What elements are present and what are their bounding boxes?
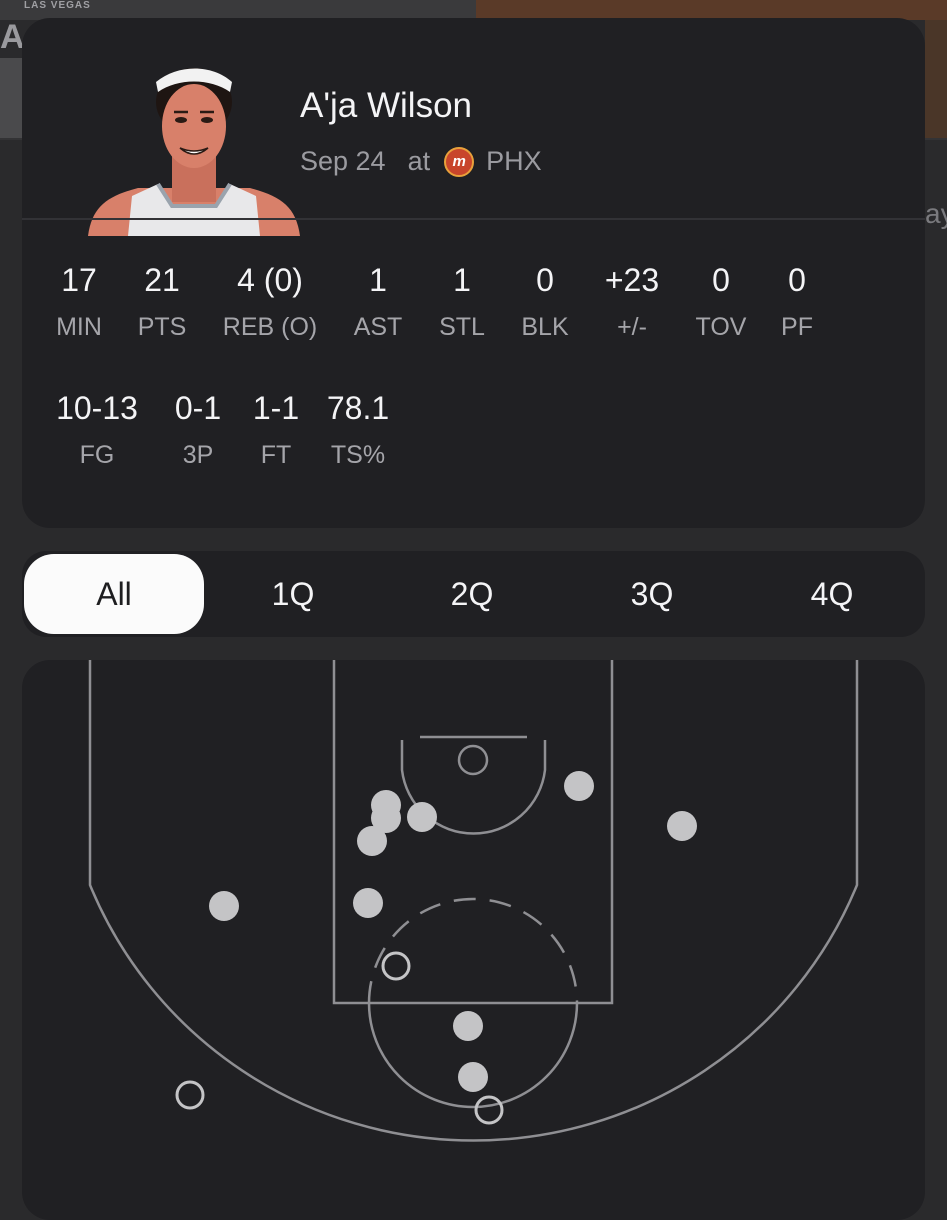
stat-value: 0-1 <box>174 390 222 426</box>
stat-value: 0 <box>788 262 806 298</box>
stat-value: 0 <box>536 262 554 298</box>
game-location-prefix: at <box>407 146 431 176</box>
stat-tov: 0 TOV <box>696 262 747 342</box>
card-divider <box>22 218 925 220</box>
made-shot-marker <box>667 811 697 841</box>
stat-: +23 +/- <box>605 262 659 342</box>
stat-label: TOV <box>695 313 747 341</box>
player-name: A'ja Wilson <box>300 86 473 125</box>
stat-value: +23 <box>604 262 660 298</box>
stat-label: PF <box>781 313 813 341</box>
tab-all[interactable]: All <box>24 554 204 634</box>
missed-shot-marker <box>175 1080 205 1110</box>
made-shot-marker <box>564 771 594 801</box>
tab-1q[interactable]: 1Q <box>203 551 383 637</box>
tab-3q[interactable]: 3Q <box>562 551 742 637</box>
stat-label: AST <box>353 313 403 341</box>
stat-ast: 1 AST <box>354 262 403 342</box>
shot-chart <box>22 660 925 1220</box>
missed-shot-marker <box>474 1095 504 1125</box>
stat-label: TS% <box>330 441 386 469</box>
stat-3p: 0-1 3P <box>175 390 221 470</box>
made-shot-marker <box>353 888 383 918</box>
background-left-panel <box>0 58 22 138</box>
stat-blk: 0 BLK <box>521 262 568 342</box>
stat-value: 17 <box>61 262 97 298</box>
missed-shot-marker <box>381 951 411 981</box>
stat-label: 3P <box>182 441 214 469</box>
stat-value: 1 <box>453 262 471 298</box>
opponent-abbreviation: PHX <box>486 146 542 176</box>
opponent-team-logo-icon: m <box>444 146 475 177</box>
made-shot-marker <box>357 826 387 856</box>
made-shot-marker <box>407 802 437 832</box>
background-partial-text: ay <box>925 198 947 229</box>
stat-label: BLK <box>521 313 569 341</box>
stat-label: MIN <box>56 313 102 341</box>
stat-value: 21 <box>144 262 180 298</box>
background-opponent-banner <box>476 0 947 20</box>
made-shot-marker <box>453 1011 483 1041</box>
player-avatar-icon <box>88 68 300 236</box>
stat-stl: 1 STL <box>439 262 485 342</box>
made-shot-marker <box>209 891 239 921</box>
stat-label: FT <box>260 441 292 469</box>
stat-value: 10-13 <box>56 390 138 426</box>
stat-ts: 78.1 TS% <box>327 390 389 470</box>
stat-value: 1 <box>369 262 387 298</box>
made-shot-marker <box>458 1062 488 1092</box>
game-info: Sep 24 at m PHX <box>300 146 542 177</box>
background-right-panel <box>925 20 947 140</box>
stat-label: PTS <box>137 313 187 341</box>
stat-fg: 10-13 FG <box>56 390 138 470</box>
stat-reb-o: 4 (0) REB (O) <box>223 262 317 342</box>
stat-pts: 21 PTS <box>138 262 187 342</box>
stat-value: 4 (0) <box>237 262 303 298</box>
tab-2q[interactable]: 2Q <box>382 551 562 637</box>
stat-min: 17 MIN <box>56 262 102 342</box>
stat-label: FG <box>79 441 115 469</box>
stat-label: STL <box>439 313 485 341</box>
stat-label: REB (O) <box>222 313 318 341</box>
game-date: Sep 24 <box>300 146 386 176</box>
background-logo-small-text: LAS VEGAS <box>24 0 91 11</box>
stat-ft: 1-1 FT <box>253 390 299 470</box>
stat-value: 0 <box>712 262 730 298</box>
tab-4q[interactable]: 4Q <box>742 551 922 637</box>
quarter-tab-bar: All 1Q 2Q 3Q 4Q <box>22 551 925 637</box>
stat-label: +/- <box>617 313 647 341</box>
stat-value: 1-1 <box>252 390 300 426</box>
shot-chart-court <box>88 660 859 1142</box>
stat-value: 78.1 <box>326 390 390 426</box>
stat-pf: 0 PF <box>781 262 813 342</box>
